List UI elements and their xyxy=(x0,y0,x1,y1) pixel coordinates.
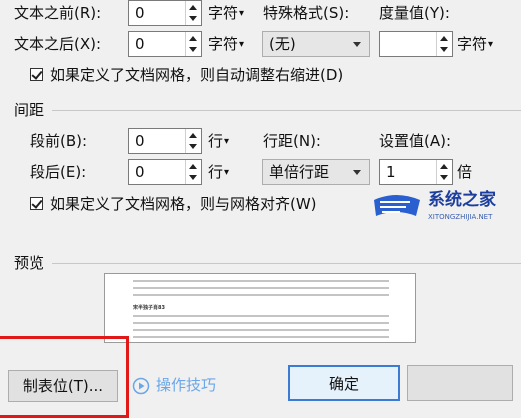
preview-box: 宋半独子肖83 xyxy=(104,273,416,343)
indent-before-spinner[interactable] xyxy=(185,1,201,25)
preview-sample-text: 宋半独子肖83 xyxy=(133,305,165,311)
preview-line xyxy=(133,336,389,338)
line-spacing-label: 行距(N): xyxy=(263,132,321,150)
spacing-section-title: 间距 xyxy=(14,101,45,119)
spin-down-icon xyxy=(189,144,197,149)
set-value-unit: 倍 xyxy=(457,163,473,181)
spacing-divider xyxy=(52,110,521,111)
watermark-brand: 系统之家 xyxy=(428,190,496,210)
spin-up-icon xyxy=(189,164,197,169)
space-after-unit-text: 行 xyxy=(208,163,224,181)
indent-after-spinner[interactable] xyxy=(185,32,201,56)
space-after-input[interactable]: 0 xyxy=(128,159,202,185)
ok-button[interactable]: 确定 xyxy=(288,365,400,401)
preview-line xyxy=(133,329,389,331)
indent-before-unit-text: 字符 xyxy=(208,4,239,22)
set-value-input[interactable]: 1 xyxy=(379,159,453,185)
watermark-logo-icon xyxy=(374,195,420,216)
special-format-select[interactable]: (无) xyxy=(262,31,370,57)
indent-after-unit-text: 字符 xyxy=(208,35,239,53)
space-before-unit[interactable]: 行▾ xyxy=(208,131,229,152)
spin-up-icon xyxy=(189,5,197,10)
special-format-value: (无) xyxy=(269,35,296,53)
space-before-input[interactable]: 0 xyxy=(128,128,202,154)
tips-link-label: 操作技巧 xyxy=(156,376,217,394)
space-before-unit-text: 行 xyxy=(208,132,224,150)
preview-line xyxy=(133,280,389,282)
indent-grid-checkbox-label[interactable]: 如果定义了文档网格，则自动调整右缩进(D) xyxy=(50,65,343,85)
watermark-url: XITONGZHIJIA.NET xyxy=(428,213,493,221)
spin-down-icon xyxy=(189,47,197,52)
play-circle-icon xyxy=(132,377,150,395)
measure-unit-text: 字符 xyxy=(457,35,488,53)
unit-dropdown-icon: ▾ xyxy=(488,39,494,50)
set-value-value: 1 xyxy=(386,163,396,181)
space-before-label: 段前(B): xyxy=(30,132,88,150)
spin-up-icon xyxy=(189,36,197,41)
indent-before-label: 文本之前(R): xyxy=(14,4,102,22)
measure-input[interactable] xyxy=(379,31,453,57)
unit-dropdown-icon: ▾ xyxy=(239,39,245,50)
indent-after-label: 文本之后(X): xyxy=(14,35,102,53)
space-after-value: 0 xyxy=(135,163,145,181)
spin-down-icon xyxy=(440,47,448,52)
chevron-down-icon xyxy=(353,42,361,47)
indent-before-value: 0 xyxy=(135,4,145,22)
space-before-spinner[interactable] xyxy=(185,129,201,153)
spacing-grid-checkbox-label[interactable]: 如果定义了文档网格，则与网格对齐(W) xyxy=(50,194,317,214)
indent-after-input[interactable]: 0 xyxy=(128,31,202,57)
special-format-label: 特殊格式(S): xyxy=(263,4,350,22)
spin-up-icon xyxy=(189,133,197,138)
indent-before-unit[interactable]: 字符▾ xyxy=(208,3,244,24)
space-after-unit[interactable]: 行▾ xyxy=(208,162,229,183)
set-value-label: 设置值(A): xyxy=(379,132,452,150)
space-after-spinner[interactable] xyxy=(185,160,201,184)
indent-before-input[interactable]: 0 xyxy=(128,0,202,26)
set-value-spinner[interactable] xyxy=(436,160,452,184)
preview-line xyxy=(133,322,389,324)
spin-up-icon xyxy=(440,36,448,41)
line-spacing-value: 单倍行距 xyxy=(269,163,330,181)
space-after-label: 段后(E): xyxy=(30,163,87,181)
indent-grid-checkbox[interactable] xyxy=(30,68,43,81)
chevron-down-icon xyxy=(353,170,361,175)
preview-line xyxy=(133,294,389,296)
unit-dropdown-icon: ▾ xyxy=(239,8,245,19)
preview-section-title: 预览 xyxy=(14,254,45,272)
spin-down-icon xyxy=(189,16,197,21)
indent-after-unit[interactable]: 字符▾ xyxy=(208,34,244,55)
highlight-box xyxy=(0,336,129,418)
spin-down-icon xyxy=(189,175,197,180)
space-before-value: 0 xyxy=(135,132,145,150)
measure-unit[interactable]: 字符▾ xyxy=(457,34,493,55)
measure-spinner[interactable] xyxy=(436,32,452,56)
spin-down-icon xyxy=(440,175,448,180)
spacing-grid-checkbox[interactable] xyxy=(30,197,43,210)
preview-line xyxy=(133,315,389,317)
preview-line xyxy=(133,287,389,289)
indent-after-value: 0 xyxy=(135,35,145,53)
spin-up-icon xyxy=(440,164,448,169)
measure-label: 度量值(Y): xyxy=(379,4,450,22)
line-spacing-select[interactable]: 单倍行距 xyxy=(262,159,370,185)
unit-dropdown-icon: ▾ xyxy=(224,136,230,147)
cancel-button[interactable] xyxy=(407,365,513,401)
unit-dropdown-icon: ▾ xyxy=(224,167,230,178)
preview-divider xyxy=(52,263,521,264)
